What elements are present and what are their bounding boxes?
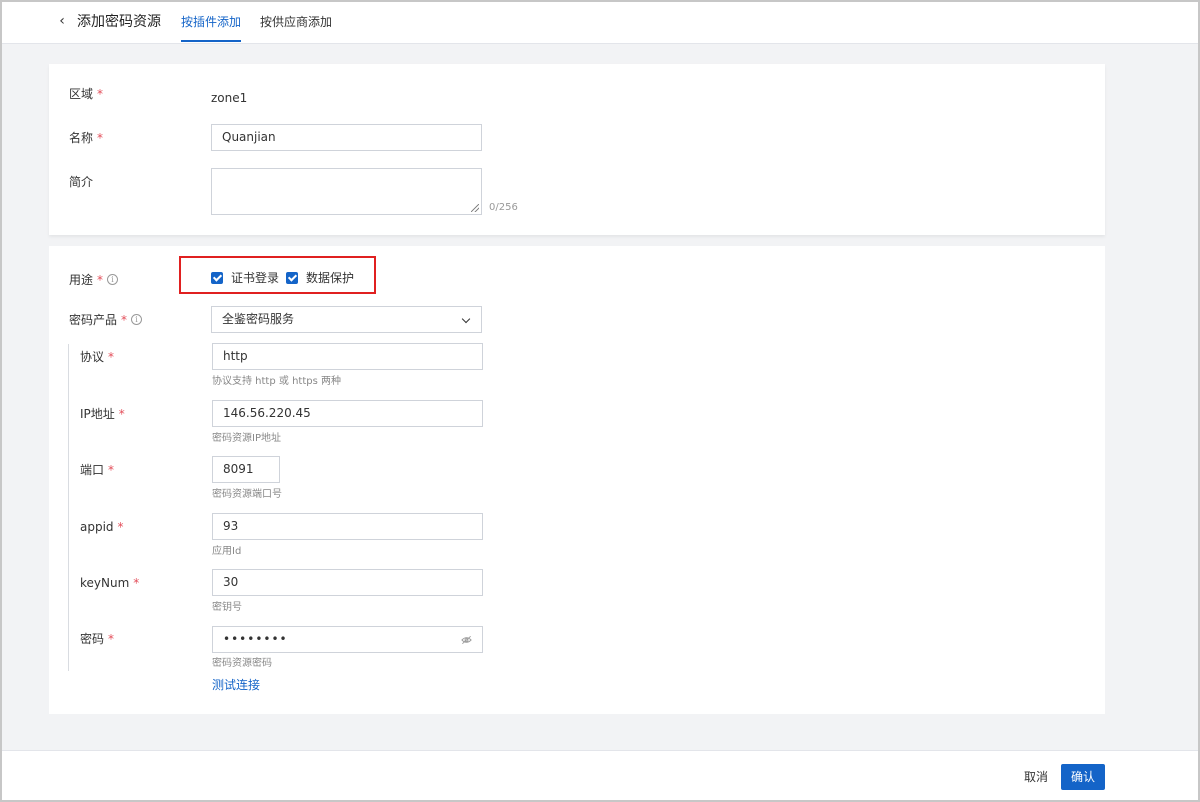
keynum-help: 密钥号: [212, 602, 242, 613]
eye-off-icon[interactable]: [461, 635, 472, 645]
required-mark: *: [97, 273, 104, 287]
usage-label-text: 用途: [69, 273, 94, 287]
usage-label: 用途 * i: [69, 272, 119, 288]
protocol-label-text: 协议: [80, 350, 105, 364]
product-label: 密码产品 * i: [69, 312, 143, 328]
port-label-text: 端口: [80, 463, 105, 477]
password-label: 密码 *: [80, 631, 114, 647]
zone-value: zone1: [211, 91, 248, 105]
password-label-text: 密码: [80, 632, 105, 646]
required-mark: *: [97, 87, 104, 101]
appid-label-text: appid: [80, 520, 114, 534]
tab-vendor-add[interactable]: 按供应商添加: [260, 14, 332, 30]
required-mark: *: [117, 520, 124, 534]
password-input[interactable]: ••••••••: [212, 626, 483, 653]
highlight-annotation: [179, 256, 376, 294]
cancel-button[interactable]: 取消: [1013, 764, 1059, 790]
basic-info-panel: [49, 64, 1105, 235]
required-mark: *: [121, 313, 128, 327]
intro-textarea[interactable]: [211, 168, 482, 215]
config-panel: [49, 246, 1105, 714]
tab-plugin-add[interactable]: 按插件添加: [181, 14, 242, 42]
intro-label: 简介: [69, 175, 94, 189]
required-mark: *: [97, 131, 104, 145]
required-mark: *: [133, 576, 140, 590]
confirm-button[interactable]: 确认: [1061, 764, 1105, 790]
test-connection-link[interactable]: 测试连接: [212, 677, 260, 693]
section-indent-line: [68, 344, 69, 671]
page-title: 添加密码资源: [77, 14, 161, 30]
protocol-label: 协议 *: [80, 349, 114, 365]
name-label-text: 名称: [69, 131, 94, 145]
appid-input[interactable]: 93: [212, 513, 483, 540]
port-input[interactable]: 8091: [212, 456, 280, 483]
appid-help: 应用Id: [212, 546, 242, 557]
keynum-label-text: keyNum: [80, 576, 130, 590]
required-mark: *: [108, 463, 115, 477]
tab-vendor-add-label: 按供应商添加: [260, 15, 333, 29]
info-icon[interactable]: i: [107, 274, 119, 285]
product-select-value: 全鉴密码服务: [222, 312, 295, 326]
name-input[interactable]: Quanjian: [211, 124, 482, 151]
ip-label-text: IP地址: [80, 407, 115, 421]
keynum-input[interactable]: 30: [212, 569, 483, 596]
resize-grip-icon[interactable]: [471, 204, 479, 212]
product-select[interactable]: 全鉴密码服务: [211, 306, 482, 333]
zone-label-text: 区域: [69, 87, 94, 101]
required-mark: *: [118, 407, 125, 421]
port-help: 密码资源端口号: [212, 489, 282, 500]
keynum-label: keyNum *: [80, 575, 139, 591]
password-masked-value: ••••••••: [223, 632, 288, 646]
protocol-input[interactable]: http: [212, 343, 483, 370]
chevron-left-icon[interactable]: ‹: [54, 12, 70, 30]
password-help: 密码资源密码: [212, 658, 272, 669]
appid-label: appid *: [80, 519, 124, 535]
port-label: 端口 *: [80, 462, 114, 478]
active-tab-indicator: [181, 40, 242, 42]
product-label-text: 密码产品: [69, 313, 118, 327]
info-icon[interactable]: i: [131, 314, 143, 325]
name-label: 名称 *: [69, 130, 103, 146]
ip-label: IP地址 *: [80, 406, 125, 422]
required-mark: *: [108, 350, 115, 364]
ip-input[interactable]: 146.56.220.45: [212, 400, 483, 427]
zone-label: 区域 *: [69, 86, 103, 102]
required-mark: *: [108, 632, 115, 646]
intro-char-counter: 0/256: [489, 202, 518, 213]
tab-plugin-add-label: 按插件添加: [181, 15, 242, 29]
ip-help: 密码资源IP地址: [212, 433, 281, 444]
chevron-down-icon: [461, 314, 471, 324]
protocol-help: 协议支持 http 或 https 两种: [212, 376, 341, 387]
